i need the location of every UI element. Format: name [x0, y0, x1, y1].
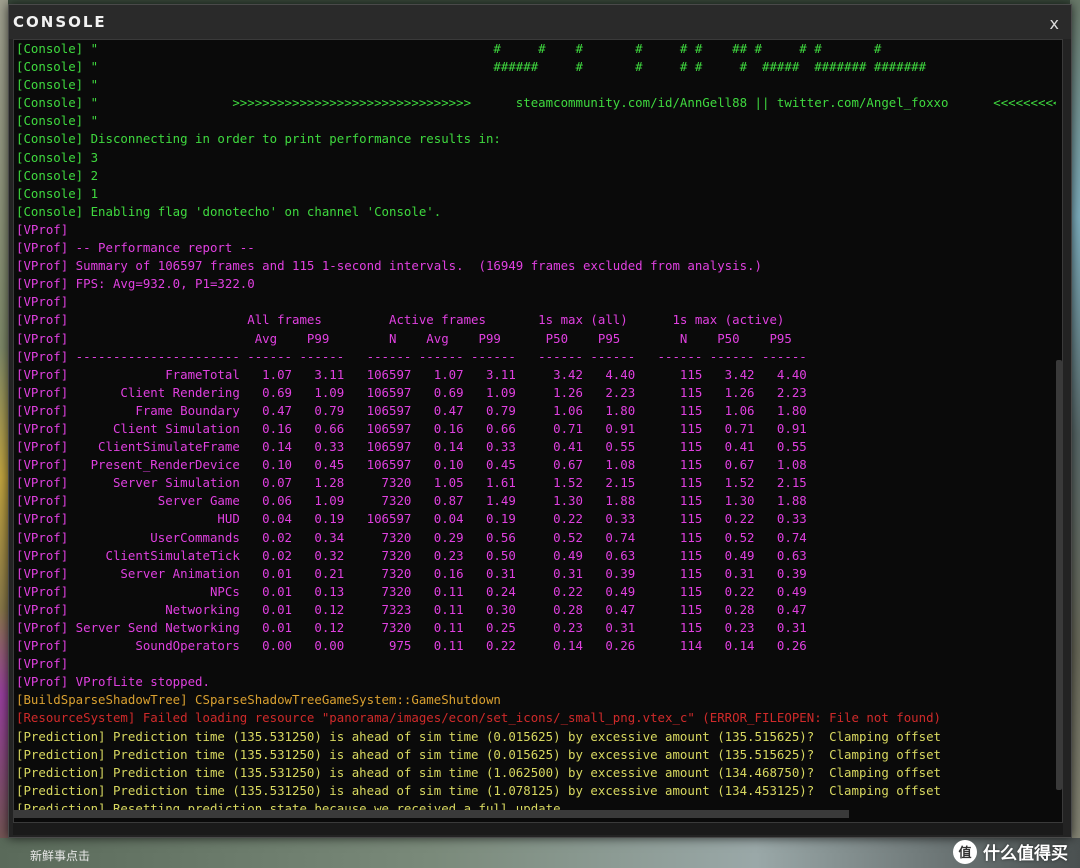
console-line: [Console] Enabling flag 'donotecho' on c…	[16, 203, 442, 219]
console-line: [VProf] -- Performance report --	[16, 240, 255, 256]
horizontal-scrollbar[interactable]	[14, 810, 849, 818]
console-line: [Prediction] Prediction time (135.531250…	[16, 728, 942, 744]
console-line: [VProf] UserCommands 0.02 0.34 7320 0.29…	[16, 529, 807, 545]
console-line: [VProf]	[16, 294, 69, 310]
console-line: [VProf]	[16, 656, 69, 672]
console-line: [VProf] Server Game 0.06 1.09 7320 0.87 …	[16, 493, 807, 509]
console-line: [VProf] NPCs 0.01 0.13 7320 0.11 0.24 0.…	[16, 583, 807, 599]
console-line: [VProf] Avg P99 N Avg P99 P50 P95 N P50 …	[16, 330, 792, 346]
console-line: [Console] " ###### # # # # # ##### #####…	[16, 59, 927, 75]
console-output[interactable]: [Console] " # # # # # # ## # # # # [Conso…	[13, 39, 1063, 823]
console-line: [Console] 3	[16, 149, 99, 165]
console-lines: [Console] " # # # # # # ## # # # # [Conso…	[16, 40, 1056, 818]
console-line: [Prediction] Prediction time (135.531250…	[16, 764, 942, 780]
console-line: [Console] 1	[16, 185, 99, 201]
console-line: [BuildSparseShadowTree] CSparseShadowTre…	[16, 692, 501, 708]
console-window: CONSOLE x [Console] " # # # # # # ## # #…	[8, 4, 1072, 838]
console-line: [VProf] HUD 0.04 0.19 106597 0.04 0.19 0…	[16, 511, 807, 527]
console-line: [VProf] ClientSimulateTick 0.02 0.32 732…	[16, 547, 807, 563]
console-line: [VProf] VProfLite stopped.	[16, 674, 210, 690]
console-titlebar[interactable]: CONSOLE x	[9, 5, 1071, 39]
console-line: [VProf] Client Simulation 0.16 0.66 1065…	[16, 420, 807, 436]
console-line: [Console] "	[16, 113, 99, 129]
console-line: [VProf] Frame Boundary 0.47 0.79 106597 …	[16, 402, 807, 418]
console-line: [VProf] Server Simulation 0.07 1.28 7320…	[16, 475, 807, 491]
console-line: [Console] " >>>>>>>>>>>>>>>>>>>>>>>>>>>>…	[16, 95, 1056, 111]
console-line: [Console] 2	[16, 167, 99, 183]
console-line: [VProf]	[16, 221, 69, 237]
console-line: [VProf] Networking 0.01 0.12 7323 0.11 0…	[16, 601, 807, 617]
console-line: [ResourceSystem] Failed loading resource…	[16, 710, 942, 726]
game-background-bottom: 新鲜事点击	[0, 838, 1080, 868]
console-line: [Prediction] Prediction time (135.531250…	[16, 746, 942, 762]
watermark: 值 什么值得买	[953, 839, 1068, 864]
console-line: [VProf] FPS: Avg=932.0, P1=322.0	[16, 276, 255, 292]
console-line: [VProf] Summary of 106597 frames and 115…	[16, 258, 762, 274]
console-line: [VProf] SoundOperators 0.00 0.00 975 0.1…	[16, 638, 807, 654]
console-line: [VProf] Server Animation 0.01 0.21 7320 …	[16, 565, 807, 581]
console-line: [VProf] All frames Active frames 1s max …	[16, 312, 785, 328]
watermark-logo-icon: 值	[953, 839, 977, 864]
console-line: [VProf] Client Rendering 0.69 1.09 10659…	[16, 384, 807, 400]
console-line: [Console] " # # # # # # ## # # # #	[16, 41, 882, 56]
console-command-bar[interactable]	[13, 823, 1063, 835]
background-text: 新鲜事点击	[30, 849, 91, 863]
console-line: [VProf] FrameTotal 1.07 3.11 106597 1.07…	[16, 366, 807, 382]
console-line: [Console] Disconnecting in order to prin…	[16, 131, 501, 147]
console-line: [VProf] ClientSimulateFrame 0.14 0.33 10…	[16, 439, 807, 455]
console-line: [VProf] Server Send Networking 0.01 0.12…	[16, 620, 807, 635]
close-icon[interactable]: x	[1050, 14, 1059, 33]
watermark-text: 什么值得买	[983, 844, 1068, 864]
vertical-scrollbar[interactable]	[1056, 360, 1062, 790]
console-title: CONSOLE	[13, 13, 107, 31]
console-line: [Console] "	[16, 77, 99, 93]
console-line: [Prediction] Prediction time (135.531250…	[16, 782, 942, 798]
console-line: [VProf] Present_RenderDevice 0.10 0.45 1…	[16, 457, 807, 473]
game-background-left	[0, 0, 8, 868]
console-line: [VProf] ---------------------- ------ --…	[16, 348, 807, 364]
